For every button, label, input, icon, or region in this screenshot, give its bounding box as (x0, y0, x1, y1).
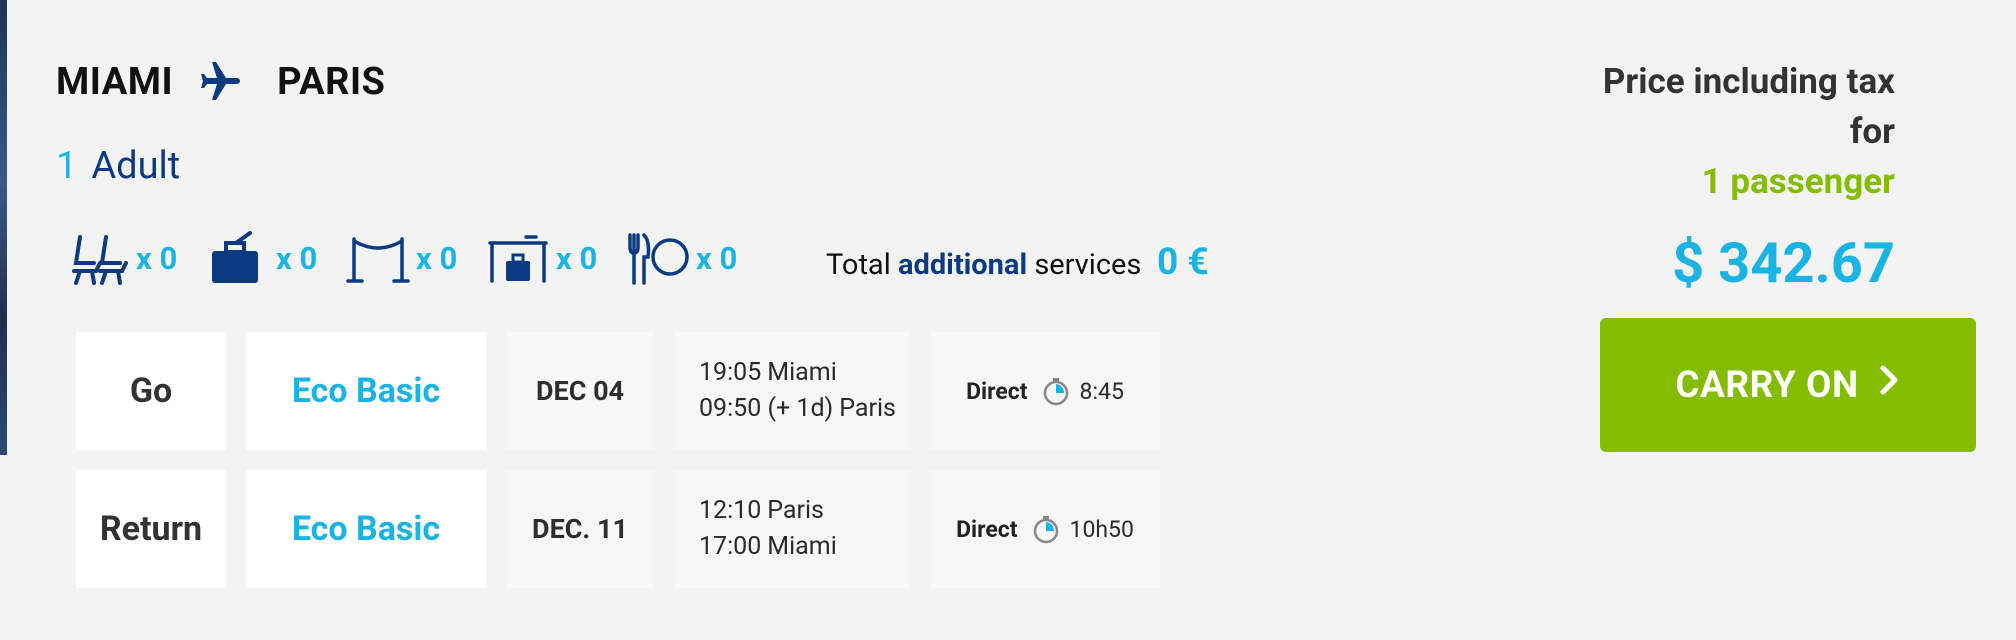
flight-return-duration: Direct 10h50 (930, 470, 1160, 588)
passenger-summary: 1 Adult (56, 144, 180, 188)
total-price: $ 342.67 (1672, 230, 1895, 296)
arrival-place: Miami (767, 532, 837, 561)
additional-services-total-label: Total additional services (826, 248, 1141, 282)
flight-return-schedule: 12:10 Paris 17:00 Miami (674, 470, 910, 588)
background-image-edge (0, 0, 7, 455)
price-label-line1: Price including tax (1602, 61, 1895, 102)
departure-place: Paris (767, 496, 824, 525)
flight-return-direction: Return (76, 470, 226, 588)
departure-time: 12:10 (699, 496, 762, 525)
flight-go-schedule: 19:05 Miami 09:50 (+ 1d) Paris (674, 332, 910, 450)
flight-return-date: DEC. 11 (506, 470, 654, 588)
service-seat[interactable]: x 0 (66, 229, 186, 287)
arrival-place: Paris (839, 394, 896, 423)
service-lounge[interactable]: x 0 (346, 229, 466, 287)
meal-icon (628, 233, 689, 285)
total-prefix: Total (826, 248, 891, 282)
origin-city: MIAMI (56, 60, 174, 104)
seat-icon (72, 235, 128, 285)
carry-on-button[interactable]: CARRY ON (1600, 318, 1976, 452)
stopwatch-icon (1043, 378, 1068, 406)
flight-go-duration: Direct 8:45 (930, 332, 1160, 450)
airplane-icon (201, 62, 241, 100)
passenger-count: 1 (56, 144, 78, 188)
flight-type: Direct (966, 377, 1028, 405)
passenger-type: Adult (91, 144, 181, 188)
arrival-time: 09:50 (+ 1d) (699, 394, 834, 423)
total-suffix: services (1034, 248, 1142, 282)
service-seat-qty: x 0 (136, 239, 178, 277)
arrival-time: 17:00 (699, 532, 762, 561)
service-lounge-qty: x 0 (416, 239, 458, 277)
service-priority-baggage[interactable]: x 0 (486, 229, 606, 287)
flight-go-departure: 19:05 Miami (699, 355, 837, 391)
route-header: MIAMI PARIS (56, 57, 385, 107)
flight-return-fare[interactable]: Eco Basic (246, 470, 486, 588)
departure-place: Miami (767, 358, 837, 387)
service-meal-qty: x 0 (696, 239, 738, 277)
stopwatch-icon (1033, 516, 1058, 544)
luggage-icon (212, 231, 258, 283)
flight-go-direction: Go (76, 332, 226, 450)
lounge-icon (346, 237, 410, 283)
departure-time: 19:05 (699, 358, 762, 387)
carry-on-label: CARRY ON (1675, 363, 1859, 407)
price-label-line2: for (1849, 111, 1895, 152)
flight-go-arrival: 09:50 (+ 1d) Paris (699, 391, 896, 427)
flight-go-fare[interactable]: Eco Basic (246, 332, 486, 450)
service-luggage-qty: x 0 (276, 239, 318, 277)
priority-baggage-icon (488, 235, 548, 283)
flight-return-arrival: 17:00 Miami (699, 529, 837, 565)
duration-value: 10h50 (1069, 515, 1134, 543)
service-meal[interactable]: x 0 (626, 229, 746, 287)
additional-services-total-value: 0 € (1157, 241, 1209, 284)
flight-type: Direct (956, 515, 1018, 543)
destination-city: PARIS (277, 60, 386, 104)
flight-return-departure: 12:10 Paris (699, 493, 824, 529)
flight-go-date: DEC 04 (506, 332, 654, 450)
price-passenger-count: 1 passenger (1701, 161, 1895, 202)
total-highlight: additional (897, 248, 1028, 282)
service-priority-baggage-qty: x 0 (556, 239, 598, 277)
service-luggage[interactable]: x 0 (206, 229, 326, 287)
additional-services: x 0 x 0 x 0 x 0 x 0 (66, 228, 766, 288)
duration-value: 8:45 (1079, 377, 1124, 405)
chevron-right-icon (1880, 365, 1898, 395)
